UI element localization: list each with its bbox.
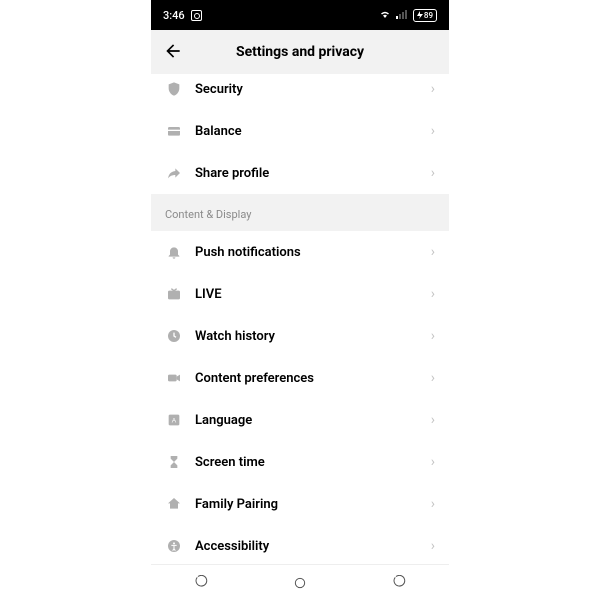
chevron-right-icon: › xyxy=(431,496,435,512)
chevron-right-icon: › xyxy=(431,123,435,139)
row-label: Content preferences xyxy=(195,371,431,386)
battery-indicator: 89 xyxy=(413,9,437,22)
row-content-preferences[interactable]: Content preferences › xyxy=(151,357,449,399)
row-share-profile[interactable]: Share profile › xyxy=(151,152,449,194)
row-family-pairing[interactable]: Family Pairing › xyxy=(151,483,449,525)
row-label: Security xyxy=(195,82,431,97)
row-label: Accessibility xyxy=(195,539,431,554)
chevron-right-icon: › xyxy=(431,454,435,470)
settings-list: Security › Balance › Share profile › Con… xyxy=(151,74,449,564)
chevron-right-icon: › xyxy=(431,286,435,302)
chevron-right-icon: › xyxy=(431,81,435,97)
back-button[interactable] xyxy=(163,41,183,64)
android-nav-bar xyxy=(151,564,449,600)
photo-icon xyxy=(191,10,202,21)
page-title: Settings and privacy xyxy=(236,44,364,60)
row-label: Family Pairing xyxy=(195,497,431,512)
chevron-right-icon: › xyxy=(431,244,435,260)
row-label: Share profile xyxy=(195,166,431,181)
clock-icon xyxy=(165,327,183,345)
shield-icon xyxy=(165,80,183,98)
bell-icon xyxy=(165,243,183,261)
section-header-content-display: Content & Display xyxy=(151,194,449,231)
row-language[interactable]: A Language › xyxy=(151,399,449,441)
wallet-icon xyxy=(165,122,183,140)
row-balance[interactable]: Balance › xyxy=(151,110,449,152)
signal-icon xyxy=(396,9,408,22)
accessibility-icon xyxy=(165,537,183,555)
chevron-right-icon: › xyxy=(431,412,435,428)
share-icon xyxy=(165,164,183,182)
chevron-right-icon: › xyxy=(431,328,435,344)
nav-recent-button[interactable] xyxy=(171,575,231,591)
wifi-icon xyxy=(379,9,391,22)
status-bar: 3:46 89 xyxy=(151,0,449,30)
chevron-right-icon: › xyxy=(431,165,435,181)
live-icon xyxy=(165,285,183,303)
row-screen-time[interactable]: Screen time › xyxy=(151,441,449,483)
nav-back-button[interactable] xyxy=(369,575,429,591)
row-security[interactable]: Security › xyxy=(151,74,449,110)
video-icon xyxy=(165,369,183,387)
row-accessibility[interactable]: Accessibility › xyxy=(151,525,449,564)
row-label: Balance xyxy=(195,124,431,139)
svg-text:A: A xyxy=(172,418,177,425)
app-header: Settings and privacy xyxy=(151,30,449,74)
row-label: Language xyxy=(195,413,431,428)
row-label: Push notifications xyxy=(195,245,431,260)
row-watch-history[interactable]: Watch history › xyxy=(151,315,449,357)
chevron-right-icon: › xyxy=(431,538,435,554)
row-label: Screen time xyxy=(195,455,431,470)
row-label: LIVE xyxy=(195,287,431,302)
hourglass-icon xyxy=(165,453,183,471)
language-icon: A xyxy=(165,411,183,429)
home-icon xyxy=(165,495,183,513)
status-time: 3:46 xyxy=(163,9,185,22)
chevron-right-icon: › xyxy=(431,370,435,386)
row-label: Watch history xyxy=(195,329,431,344)
row-push-notifications[interactable]: Push notifications › xyxy=(151,231,449,273)
nav-home-button[interactable] xyxy=(270,575,330,591)
row-live[interactable]: LIVE › xyxy=(151,273,449,315)
